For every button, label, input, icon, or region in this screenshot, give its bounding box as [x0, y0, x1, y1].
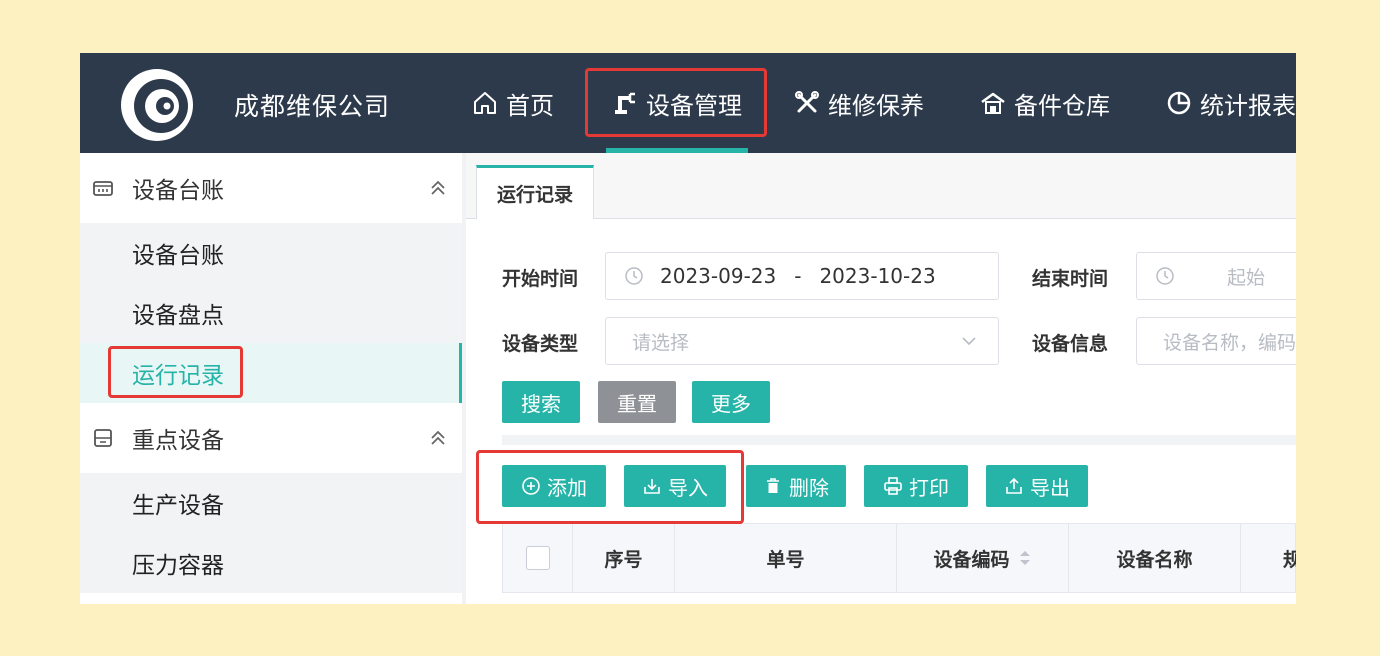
reset-button[interactable]: 重置	[598, 381, 676, 423]
section-divider	[502, 435, 1296, 445]
device-type-placeholder: 请选择	[632, 331, 690, 354]
start-time-label: 开始时间	[502, 268, 579, 290]
print-button[interactable]: 打印	[864, 465, 968, 507]
main-content: 运行记录 开始时间 2023-09-23 - 2023-10-23 结束时间 起…	[466, 153, 1296, 604]
device-type-label: 设备类型	[502, 333, 579, 355]
export-icon	[1006, 477, 1022, 494]
tab-bar: 运行记录	[466, 153, 1296, 219]
column-header-label: 规	[1283, 548, 1296, 571]
import-button[interactable]: 导入	[624, 465, 726, 507]
sidebar-item-pressure-vessels[interactable]: 压力容器	[80, 533, 462, 593]
active-item-bar	[459, 343, 462, 403]
end-date-value: 2023-10-23	[819, 264, 936, 288]
nav-device-management[interactable]: 设备管理	[606, 53, 748, 153]
sidebar-item-label: 压力容器	[132, 553, 224, 579]
import-icon	[644, 479, 660, 494]
column-header-device-code[interactable]: 设备编码	[897, 524, 1069, 592]
sidebar-item-label: 生产设备	[132, 493, 224, 519]
chevron-double-up-icon	[431, 430, 445, 445]
delete-button[interactable]: 删除	[746, 465, 846, 507]
robot-arm-icon	[615, 92, 635, 114]
add-button[interactable]: 添加	[502, 465, 606, 507]
nav-spare-parts[interactable]: 备件仓库	[980, 53, 1110, 153]
device-info-input[interactable]: 设备名称，编码	[1136, 317, 1296, 365]
nav-maintenance-label: 维修保养	[828, 91, 924, 120]
nav-device-management-label: 设备管理	[646, 91, 742, 120]
sort-icon[interactable]	[1018, 548, 1032, 568]
clock-icon	[625, 267, 643, 285]
sidebar-item-label: 运行记录	[132, 363, 224, 389]
chevron-double-up-icon	[431, 180, 445, 195]
start-date-value: 2023-09-23	[660, 264, 777, 288]
app-window: 成都维保公司 首页 设备管理 维修保养 备件仓库 统计报表 设备台账 设备台账 …	[80, 53, 1296, 604]
end-time-label: 结束时间	[1032, 268, 1109, 290]
plus-circle-icon	[522, 477, 540, 495]
home-icon	[474, 92, 496, 114]
nav-spare-parts-label: 备件仓库	[1014, 91, 1110, 120]
search-button[interactable]: 搜索	[502, 381, 580, 423]
sidebar-item-run-records[interactable]: 运行记录	[80, 343, 462, 403]
delete-button-label: 删除	[789, 477, 829, 500]
sidebar-group-device-ledger[interactable]: 设备台账	[80, 153, 462, 223]
tools-icon	[795, 91, 819, 113]
select-all-checkbox[interactable]	[525, 546, 550, 570]
tab-run-records[interactable]: 运行记录	[476, 165, 594, 219]
warehouse-icon	[981, 92, 1005, 114]
add-button-label: 添加	[547, 477, 587, 500]
nav-maintenance[interactable]: 维修保养	[794, 53, 924, 153]
company-name: 成都维保公司	[234, 92, 391, 121]
sidebar-item-device-inventory[interactable]: 设备盘点	[80, 283, 462, 343]
select-all-cell	[503, 524, 573, 592]
device-info-label: 设备信息	[1032, 333, 1109, 355]
clock-icon	[1156, 267, 1174, 285]
column-header-label: 序号	[604, 548, 643, 571]
trash-icon	[767, 478, 779, 493]
content-panel: 开始时间 2023-09-23 - 2023-10-23 结束时间 起始 设备类	[466, 219, 1296, 604]
column-header-spec[interactable]: 规	[1241, 524, 1296, 592]
sidebar: 设备台账 设备台账 设备盘点 运行记录 重点设备 生产设备 压力容器	[80, 153, 462, 604]
end-time-range-input[interactable]: 起始	[1136, 252, 1296, 300]
ledger-icon	[93, 181, 113, 196]
nav-reports-label: 统计报表	[1200, 91, 1296, 120]
pie-chart-icon	[1167, 91, 1191, 115]
column-header-order-number[interactable]: 单号	[675, 524, 897, 592]
column-header-label: 设备名称	[1116, 548, 1193, 571]
column-header-device-name[interactable]: 设备名称	[1069, 524, 1241, 592]
column-header-label: 单号	[766, 548, 805, 571]
device-type-select[interactable]: 请选择	[605, 317, 999, 365]
sidebar-group-key-equipment[interactable]: 重点设备	[80, 403, 462, 473]
nav-home-label: 首页	[506, 91, 554, 120]
top-navbar: 成都维保公司 首页 设备管理 维修保养 备件仓库 统计报表	[80, 53, 1296, 153]
sidebar-item-label: 设备台账	[132, 243, 224, 269]
more-button[interactable]: 更多	[692, 381, 770, 423]
nav-reports[interactable]: 统计报表	[1166, 53, 1296, 153]
nav-home[interactable]: 首页	[472, 53, 554, 153]
chevron-down-icon	[962, 337, 976, 346]
column-header-index[interactable]: 序号	[573, 524, 675, 592]
printer-icon	[884, 477, 902, 495]
device-info-placeholder: 设备名称，编码	[1163, 331, 1296, 354]
company-logo	[121, 69, 193, 141]
end-time-placeholder: 起始	[1227, 266, 1266, 289]
sidebar-group-label: 重点设备	[132, 428, 224, 454]
print-button-label: 打印	[909, 477, 949, 500]
sidebar-item-label: 设备盘点	[132, 303, 224, 329]
sidebar-item-device-ledger[interactable]: 设备台账	[80, 223, 462, 283]
sidebar-item-production-equipment[interactable]: 生产设备	[80, 473, 462, 533]
export-button[interactable]: 导出	[986, 465, 1088, 507]
import-button-label: 导入	[668, 477, 708, 500]
sidebar-group-label: 设备台账	[132, 178, 224, 204]
table-header: 序号 单号 设备编码 设备名称 规	[502, 523, 1296, 593]
date-range-separator: -	[794, 264, 802, 288]
export-button-label: 导出	[1030, 477, 1070, 500]
box-icon	[94, 429, 112, 447]
column-header-label: 设备编码	[933, 548, 1010, 571]
tab-label: 运行记录	[496, 184, 573, 206]
start-time-range-input[interactable]: 2023-09-23 - 2023-10-23	[605, 252, 999, 300]
